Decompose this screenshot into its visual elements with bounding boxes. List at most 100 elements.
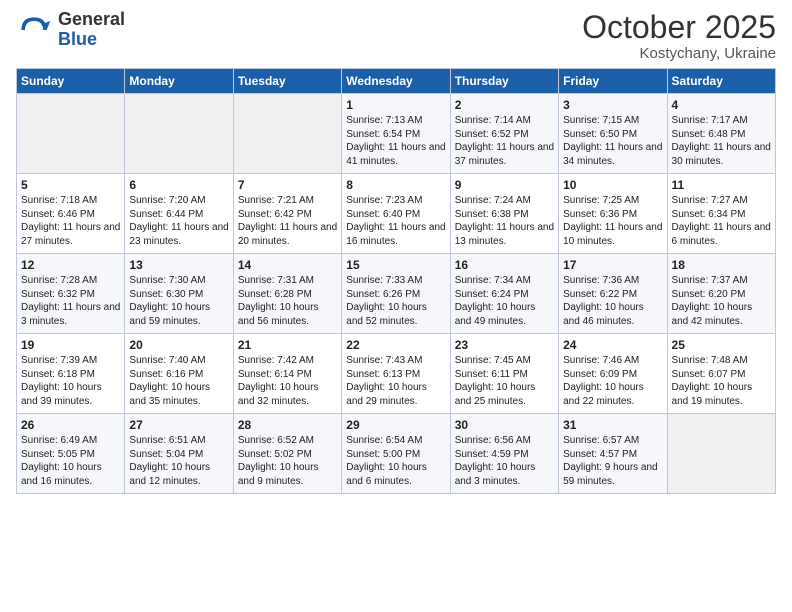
day-number: 31 [563,418,662,432]
day-number: 21 [238,338,337,352]
page: General Blue October 2025 Kostychany, Uk… [0,0,792,612]
day-number: 24 [563,338,662,352]
calendar-cell: 28 Sunrise: 6:52 AMSunset: 5:02 PMDayligh… [233,414,341,494]
logo-icon [16,12,52,48]
day-info: Sunrise: 7:40 AMSunset: 6:16 PMDaylight:… [129,355,210,407]
logo-general-text: General [58,10,125,30]
calendar-cell: 3 Sunrise: 7:15 AMSunset: 6:50 PMDaylight… [559,94,667,174]
day-info: Sunrise: 7:15 AMSunset: 6:50 PMDaylight:… [563,115,662,167]
day-info: Sunrise: 6:54 AMSunset: 5:00 PMDaylight:… [346,435,427,487]
calendar-cell: 23 Sunrise: 7:45 AMSunset: 6:11 PMDayligh… [450,334,558,414]
calendar-week-row: 26Sunrise: 6:49 AMSunset: 5:05 PMDayligh… [17,414,776,494]
calendar-cell: 10Sunrise: 7:25 AMSunset: 6:36 PMDayligh… [559,174,667,254]
day-number: 28 [238,418,337,432]
day-number: 14 [238,258,337,272]
day-number: 1 [346,98,445,112]
day-number: 5 [21,178,120,192]
calendar-cell: 29 Sunrise: 6:54 AMSunset: 5:00 PMDayligh… [342,414,450,494]
day-number: 6 [129,178,228,192]
day-info: Sunrise: 7:48 AMSunset: 6:07 PMDaylight:… [672,355,753,407]
header: General Blue October 2025 Kostychany, Uk… [16,10,776,62]
title-block: October 2025 Kostychany, Ukraine [582,10,776,62]
day-number: 19 [21,338,120,352]
day-info: Sunrise: 6:56 AMSunset: 4:59 PMDaylight:… [455,435,536,487]
calendar-day-header: Wednesday [342,69,450,94]
calendar-cell [17,94,125,174]
calendar-cell: 6 Sunrise: 7:20 AMSunset: 6:44 PMDaylight… [125,174,233,254]
day-number: 27 [129,418,228,432]
day-info: Sunrise: 6:57 AMSunset: 4:57 PMDaylight:… [563,435,658,487]
calendar-cell: 15 Sunrise: 7:33 AMSunset: 6:26 PMDayligh… [342,254,450,334]
calendar-day-header: Saturday [667,69,775,94]
day-info: Sunrise: 7:23 AMSunset: 6:40 PMDaylight:… [346,195,445,247]
calendar-cell: 26Sunrise: 6:49 AMSunset: 5:05 PMDayligh… [17,414,125,494]
day-info: Sunrise: 7:33 AMSunset: 6:26 PMDaylight:… [346,275,427,327]
day-info: Sunrise: 7:27 AMSunset: 6:34 PMDaylight:… [672,195,771,247]
calendar-cell: 16Sunrise: 7:34 AMSunset: 6:24 PMDayligh… [450,254,558,334]
day-info: Sunrise: 7:17 AMSunset: 6:48 PMDaylight:… [672,115,771,167]
day-info: Sunrise: 7:42 AMSunset: 6:14 PMDaylight:… [238,355,319,407]
day-number: 13 [129,258,228,272]
calendar-day-header: Sunday [17,69,125,94]
day-info: Sunrise: 7:30 AMSunset: 6:30 PMDaylight:… [129,275,210,327]
day-number: 9 [455,178,554,192]
calendar-header-row: SundayMondayTuesdayWednesdayThursdayFrid… [17,69,776,94]
calendar-cell: 4 Sunrise: 7:17 AMSunset: 6:48 PMDaylight… [667,94,775,174]
day-info: Sunrise: 7:18 AMSunset: 6:46 PMDaylight:… [21,195,120,247]
day-info: Sunrise: 7:14 AMSunset: 6:52 PMDaylight:… [455,115,554,167]
day-info: Sunrise: 7:39 AMSunset: 6:18 PMDaylight:… [21,355,102,407]
day-info: Sunrise: 7:20 AMSunset: 6:44 PMDaylight:… [129,195,228,247]
calendar-cell: 20Sunrise: 7:40 AMSunset: 6:16 PMDayligh… [125,334,233,414]
logo-blue-text: Blue [58,30,125,50]
calendar-cell [125,94,233,174]
day-number: 29 [346,418,445,432]
calendar-day-header: Friday [559,69,667,94]
day-info: Sunrise: 7:45 AMSunset: 6:11 PMDaylight:… [455,355,536,407]
calendar-subtitle: Kostychany, Ukraine [582,45,776,62]
day-info: Sunrise: 7:28 AMSunset: 6:32 PMDaylight:… [21,275,120,327]
day-info: Sunrise: 7:31 AMSunset: 6:28 PMDaylight:… [238,275,319,327]
calendar-day-header: Tuesday [233,69,341,94]
calendar-cell: 7Sunrise: 7:21 AMSunset: 6:42 PMDaylight… [233,174,341,254]
calendar-cell: 25 Sunrise: 7:48 AMSunset: 6:07 PMDayligh… [667,334,775,414]
day-number: 10 [563,178,662,192]
day-info: Sunrise: 6:52 AMSunset: 5:02 PMDaylight:… [238,435,319,487]
calendar-week-row: 19 Sunrise: 7:39 AMSunset: 6:18 PMDayligh… [17,334,776,414]
day-number: 30 [455,418,554,432]
calendar-cell: 12 Sunrise: 7:28 AMSunset: 6:32 PMDayligh… [17,254,125,334]
day-number: 15 [346,258,445,272]
day-number: 22 [346,338,445,352]
day-number: 4 [672,98,771,112]
calendar-cell: 24Sunrise: 7:46 AMSunset: 6:09 PMDayligh… [559,334,667,414]
calendar-cell: 17 Sunrise: 7:36 AMSunset: 6:22 PMDayligh… [559,254,667,334]
calendar-week-row: 12 Sunrise: 7:28 AMSunset: 6:32 PMDayligh… [17,254,776,334]
day-info: Sunrise: 6:51 AMSunset: 5:04 PMDaylight:… [129,435,210,487]
calendar-cell: 8Sunrise: 7:23 AMSunset: 6:40 PMDaylight… [342,174,450,254]
calendar-cell: 11 Sunrise: 7:27 AMSunset: 6:34 PMDayligh… [667,174,775,254]
calendar-week-row: 1 Sunrise: 7:13 AMSunset: 6:54 PMDaylight… [17,94,776,174]
calendar-table: SundayMondayTuesdayWednesdayThursdayFrid… [16,68,776,494]
day-number: 17 [563,258,662,272]
logo-text: General Blue [58,10,125,50]
calendar-cell: 5 Sunrise: 7:18 AMSunset: 6:46 PMDaylight… [17,174,125,254]
day-number: 12 [21,258,120,272]
day-info: Sunrise: 7:13 AMSunset: 6:54 PMDaylight:… [346,115,445,167]
day-number: 23 [455,338,554,352]
calendar-cell: 21 Sunrise: 7:42 AMSunset: 6:14 PMDayligh… [233,334,341,414]
day-number: 25 [672,338,771,352]
day-number: 16 [455,258,554,272]
day-info: Sunrise: 7:21 AMSunset: 6:42 PMDaylight:… [238,195,337,247]
logo: General Blue [16,10,125,50]
calendar-cell: 14 Sunrise: 7:31 AMSunset: 6:28 PMDayligh… [233,254,341,334]
calendar-cell: 2Sunrise: 7:14 AMSunset: 6:52 PMDaylight… [450,94,558,174]
calendar-cell: 13 Sunrise: 7:30 AMSunset: 6:30 PMDayligh… [125,254,233,334]
calendar-cell: 30 Sunrise: 6:56 AMSunset: 4:59 PMDayligh… [450,414,558,494]
day-number: 26 [21,418,120,432]
calendar-cell [233,94,341,174]
calendar-cell: 18Sunrise: 7:37 AMSunset: 6:20 PMDayligh… [667,254,775,334]
day-number: 11 [672,178,771,192]
calendar-week-row: 5 Sunrise: 7:18 AMSunset: 6:46 PMDaylight… [17,174,776,254]
calendar-cell: 22Sunrise: 7:43 AMSunset: 6:13 PMDayligh… [342,334,450,414]
day-info: Sunrise: 7:36 AMSunset: 6:22 PMDaylight:… [563,275,644,327]
day-number: 3 [563,98,662,112]
